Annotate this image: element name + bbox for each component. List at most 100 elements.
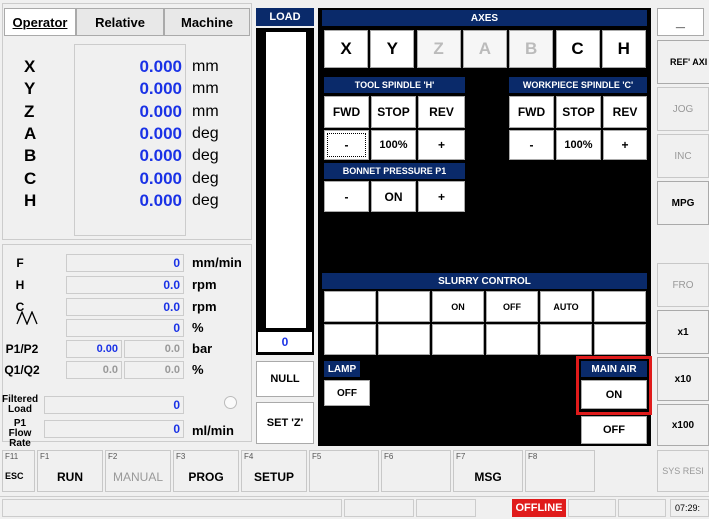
slurry-on-button[interactable]: ON xyxy=(432,291,484,322)
axis-button-a[interactable]: A xyxy=(462,30,507,68)
lamp-off-button[interactable]: OFF xyxy=(324,380,370,406)
minimize-button[interactable]: _ xyxy=(657,8,704,36)
fkey-f6[interactable]: F6 xyxy=(381,450,451,492)
bonnet-on-button[interactable]: ON xyxy=(371,181,416,212)
mpg-button[interactable]: MPG xyxy=(657,181,709,225)
set-z-button[interactable]: SET 'Z' xyxy=(256,402,314,444)
ref-axis-button[interactable]: REF' AXI xyxy=(657,40,709,84)
fkey-f5[interactable]: F5 xyxy=(309,450,379,492)
slurry-empty-button[interactable] xyxy=(378,291,430,322)
work-rev-button[interactable]: REV xyxy=(603,96,647,128)
param-unit: rpm xyxy=(192,299,217,314)
fkey-f1[interactable]: F1 RUN xyxy=(37,450,103,492)
slurry-control-title: SLURRY CONTROL xyxy=(322,273,647,289)
param-value: 0 xyxy=(66,319,184,337)
fkey-label: SETUP xyxy=(253,470,294,484)
axis-value: 0.000 xyxy=(139,101,182,121)
tab-relative[interactable]: Relative xyxy=(76,8,164,36)
tool-rev-button[interactable]: REV xyxy=(418,96,465,128)
tab-operator[interactable]: Operator xyxy=(4,8,76,36)
fkey-number: F5 xyxy=(312,452,322,461)
jog-button[interactable]: JOG xyxy=(657,87,709,131)
fkey-f7[interactable]: F7 MSG xyxy=(453,450,523,492)
fkey-f4[interactable]: F4 SETUP xyxy=(241,450,307,492)
fkey-f3[interactable]: F3 PROG xyxy=(173,450,239,492)
axis-button-c[interactable]: C xyxy=(555,30,600,68)
param-unit: rpm xyxy=(192,277,217,292)
axis-button-x[interactable]: X xyxy=(324,30,368,68)
status-cell xyxy=(618,499,666,517)
slurry-empty-button[interactable] xyxy=(324,291,376,322)
fkey-label: MANUAL xyxy=(112,470,163,484)
x100-button[interactable]: x100 xyxy=(657,404,709,446)
status-cell xyxy=(416,499,476,517)
bonnet-pressure-title: BONNET PRESSURE P1 xyxy=(324,163,465,179)
slurry-empty-button[interactable] xyxy=(594,291,646,322)
slurry-empty-button[interactable] xyxy=(540,324,592,355)
status-cell xyxy=(568,499,616,517)
fkey-f8[interactable]: F8 xyxy=(525,450,595,492)
fkey-f11[interactable]: F11 ESC xyxy=(2,450,35,492)
tool-fwd-button[interactable]: FWD xyxy=(324,96,369,128)
tool-pct-value: 100% xyxy=(371,130,416,160)
tool-plus-button[interactable]: + xyxy=(418,130,465,160)
tool-stop-button[interactable]: STOP xyxy=(371,96,416,128)
axis-button-b[interactable]: B xyxy=(509,30,554,68)
load-title: LOAD xyxy=(256,8,314,26)
slurry-auto-button[interactable]: AUTO xyxy=(540,291,592,322)
fkey-number: F7 xyxy=(456,452,466,461)
null-button[interactable]: NULL xyxy=(256,361,314,397)
param-unit: % xyxy=(192,320,204,335)
bonnet-plus-button[interactable]: + xyxy=(418,181,465,212)
axis-value: 0.000 xyxy=(139,79,182,99)
axis-value: 0.000 xyxy=(139,146,182,166)
axis-label: A xyxy=(24,123,37,143)
slurry-empty-button[interactable] xyxy=(432,324,484,355)
workpiece-spindle-title: WORKPIECE SPINDLE 'C' xyxy=(509,77,647,93)
slurry-empty-button[interactable] xyxy=(324,324,376,355)
axis-button-z[interactable]: Z xyxy=(416,30,461,68)
work-plus-button[interactable]: + xyxy=(603,130,647,160)
fkey-f2[interactable]: F2 MANUAL xyxy=(105,450,171,492)
fkey-sub: ESC xyxy=(5,471,24,481)
tool-minus-button[interactable]: - xyxy=(324,130,369,160)
fkey-label: PROG xyxy=(188,470,224,484)
param-unit: ml/min xyxy=(192,423,234,438)
param-label: F xyxy=(16,256,24,270)
axis-value: 0.000 xyxy=(139,123,182,143)
param-value-2: 0.0 xyxy=(124,361,184,379)
param-value: 0 xyxy=(66,254,184,272)
axis-value: 0.000 xyxy=(139,168,182,188)
tab-machine[interactable]: Machine xyxy=(164,8,250,36)
clock: 07:29: xyxy=(670,499,709,517)
work-stop-button[interactable]: STOP xyxy=(556,96,601,128)
axis-unit: deg xyxy=(192,191,219,209)
slurry-off-button[interactable]: OFF xyxy=(486,291,538,322)
axis-button-y[interactable]: Y xyxy=(370,30,415,68)
fro-button[interactable]: FRO xyxy=(657,263,709,307)
param-label: P1 Flow Rate xyxy=(8,418,32,449)
param-label: Q1/Q2 xyxy=(4,363,40,377)
tool-spindle-title: TOOL SPINDLE 'H' xyxy=(324,77,465,93)
bonnet-minus-button[interactable]: - xyxy=(324,181,369,212)
fkey-label: RUN xyxy=(57,470,83,484)
slurry-empty-button[interactable] xyxy=(486,324,538,355)
main-air-on-button[interactable]: ON xyxy=(581,380,647,409)
slurry-empty-button[interactable] xyxy=(378,324,430,355)
work-minus-button[interactable]: - xyxy=(509,130,554,160)
work-fwd-button[interactable]: FWD xyxy=(509,96,554,128)
slurry-empty-button[interactable] xyxy=(594,324,646,355)
axis-button-h[interactable]: H xyxy=(601,30,646,68)
inc-button[interactable]: INC xyxy=(657,134,709,178)
param-value-1: 0.00 xyxy=(66,340,122,358)
axis-value: 0.000 xyxy=(139,190,182,210)
x10-button[interactable]: x10 xyxy=(657,357,709,401)
param-unit: % xyxy=(192,362,204,377)
param-label: P1/P2 xyxy=(5,342,39,356)
param-unit: mm/min xyxy=(192,255,242,270)
sys-reset-button[interactable]: SYS RESI xyxy=(657,450,709,492)
param-value: 0 xyxy=(44,420,184,438)
param-value-1: 0.0 xyxy=(66,361,122,379)
x1-button[interactable]: x1 xyxy=(657,310,709,354)
main-air-off-button[interactable]: OFF xyxy=(581,416,647,444)
